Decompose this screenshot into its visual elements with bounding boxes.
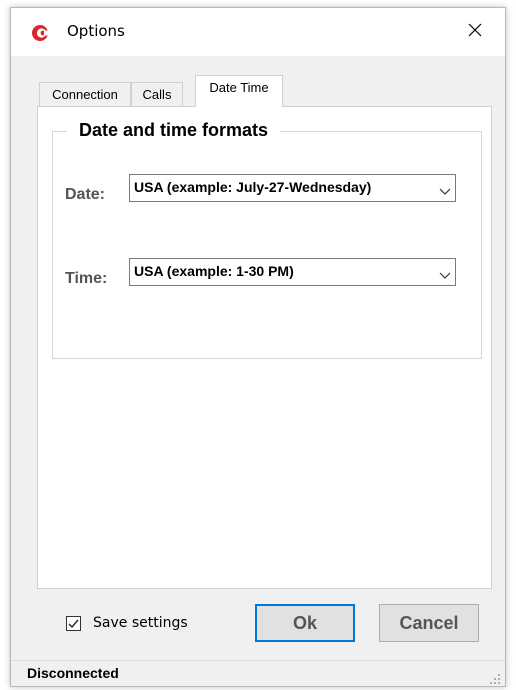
date-label: Date: bbox=[65, 186, 106, 203]
status-bar: Disconnected bbox=[11, 660, 505, 686]
tab-date-time[interactable]: Date Time bbox=[195, 75, 283, 107]
chevron-down-icon bbox=[439, 267, 451, 279]
app-logo-icon bbox=[31, 24, 49, 42]
date-format-value: USA (example: July-27-Wednesday) bbox=[134, 179, 372, 195]
date-time-panel: Date and time formats Date: USA (example… bbox=[37, 106, 492, 589]
save-settings-label[interactable]: Save settings bbox=[93, 615, 188, 631]
tab-connection[interactable]: Connection bbox=[39, 82, 131, 106]
group-title: Date and time formats bbox=[67, 120, 281, 141]
chevron-down-icon bbox=[439, 183, 451, 195]
date-time-formats-group: Date and time formats Date: USA (example… bbox=[52, 120, 482, 359]
options-dialog: Options Connection Calls Date Time Date … bbox=[10, 7, 506, 687]
cancel-button[interactable]: Cancel bbox=[379, 604, 479, 642]
tab-calls-label: Calls bbox=[142, 87, 172, 102]
title-bar: Options bbox=[11, 8, 505, 56]
tab-connection-label: Connection bbox=[52, 87, 118, 102]
time-format-select[interactable]: USA (example: 1-30 PM) bbox=[129, 258, 456, 286]
tab-date-time-label: Date Time bbox=[209, 80, 269, 95]
save-settings-checkbox[interactable] bbox=[66, 616, 81, 631]
time-format-value: USA (example: 1-30 PM) bbox=[134, 263, 294, 279]
window-title: Options bbox=[67, 22, 125, 40]
tab-calls[interactable]: Calls bbox=[131, 82, 183, 106]
resize-grip-icon[interactable] bbox=[489, 672, 501, 684]
connection-status: Disconnected bbox=[27, 665, 119, 681]
ok-button[interactable]: Ok bbox=[255, 604, 355, 642]
date-format-select[interactable]: USA (example: July-27-Wednesday) bbox=[129, 174, 456, 202]
time-label: Time: bbox=[65, 270, 108, 287]
close-icon bbox=[467, 22, 483, 43]
close-button[interactable] bbox=[455, 16, 495, 48]
